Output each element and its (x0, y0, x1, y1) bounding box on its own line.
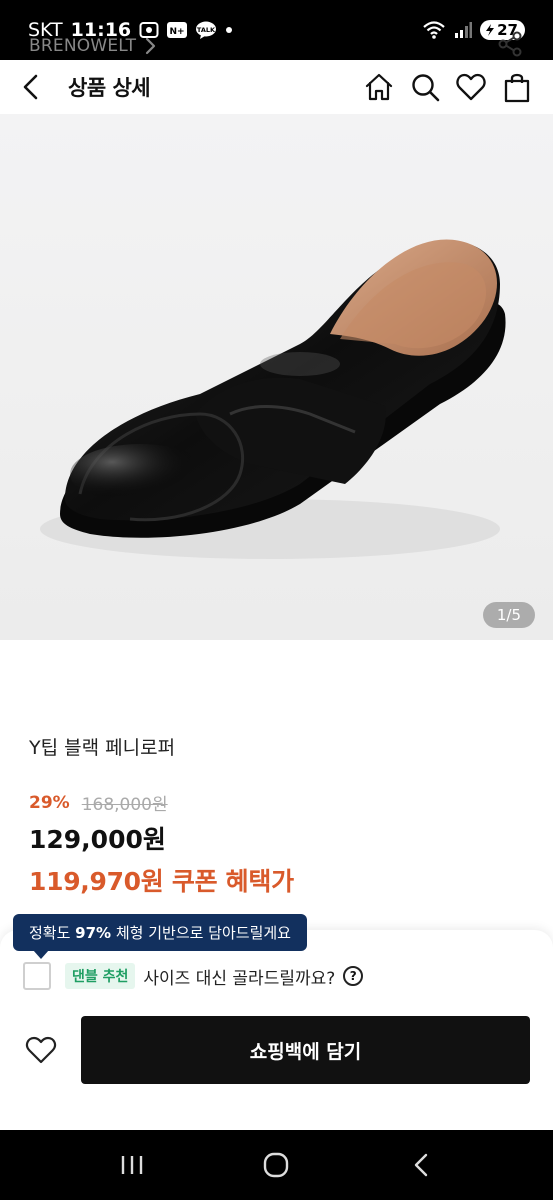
search-button[interactable] (409, 71, 441, 103)
add-to-cart-button[interactable]: 쇼핑백에 담기 (81, 1016, 530, 1084)
shopping-bag-icon (504, 73, 530, 103)
home-button[interactable] (363, 71, 395, 103)
recommend-badge: 댄블 추천 (65, 963, 136, 989)
product-image-carousel[interactable]: 1/5 (0, 114, 553, 640)
back-nav-icon (414, 1153, 428, 1177)
brand-link[interactable]: BRENOWELT (29, 36, 136, 56)
app-bar: 상품 상세 (0, 60, 553, 114)
product-image (40, 239, 506, 559)
home-circle-icon (264, 1152, 289, 1178)
back-button[interactable] (20, 67, 60, 107)
wishlist-button[interactable] (455, 71, 487, 103)
sale-price: 129,000원 (29, 825, 166, 854)
shopping-bag-button[interactable] (501, 71, 533, 103)
original-price: 168,000원 (81, 795, 168, 815)
heart-icon (456, 73, 486, 101)
tooltip-prefix: 정확도 (29, 924, 76, 942)
size-accuracy-tooltip: 정확도 97% 체형 기반으로 담아드릴게요 (13, 914, 307, 959)
share-icon (498, 31, 522, 57)
product-name: Y팁 블랙 페니로퍼 (29, 737, 176, 759)
wishlist-toggle[interactable] (24, 1034, 58, 1066)
tooltip-suffix: 체형 기반으로 담아드릴게요 (111, 924, 291, 942)
coupon-price: 119,970원 쿠폰 혜택가 (29, 867, 294, 896)
help-icon[interactable]: ? (343, 966, 364, 986)
search-icon (412, 74, 440, 102)
share-button[interactable] (496, 30, 524, 62)
tooltip-accuracy: 97% (75, 924, 112, 942)
page-title: 상품 상세 (68, 76, 151, 100)
back-nav-button[interactable] (391, 1145, 451, 1185)
image-page-indicator: 1/5 (482, 602, 535, 628)
system-nav-bar (0, 1130, 553, 1200)
home-icon (365, 73, 393, 101)
heart-outline-icon (25, 1036, 57, 1064)
home-nav-button[interactable] (246, 1145, 306, 1185)
chevron-right-icon (144, 37, 156, 55)
size-recommend-label: 사이즈 대신 골라드릴까요? (143, 968, 336, 989)
recent-apps-button[interactable] (102, 1145, 162, 1185)
size-recommend-row: 댄블 추천 사이즈 대신 골라드릴까요? ? (23, 962, 364, 990)
recent-apps-icon (121, 1156, 143, 1174)
size-recommend-checkbox[interactable] (23, 962, 51, 990)
discount-rate: 29% (29, 792, 70, 813)
back-icon (23, 74, 38, 100)
